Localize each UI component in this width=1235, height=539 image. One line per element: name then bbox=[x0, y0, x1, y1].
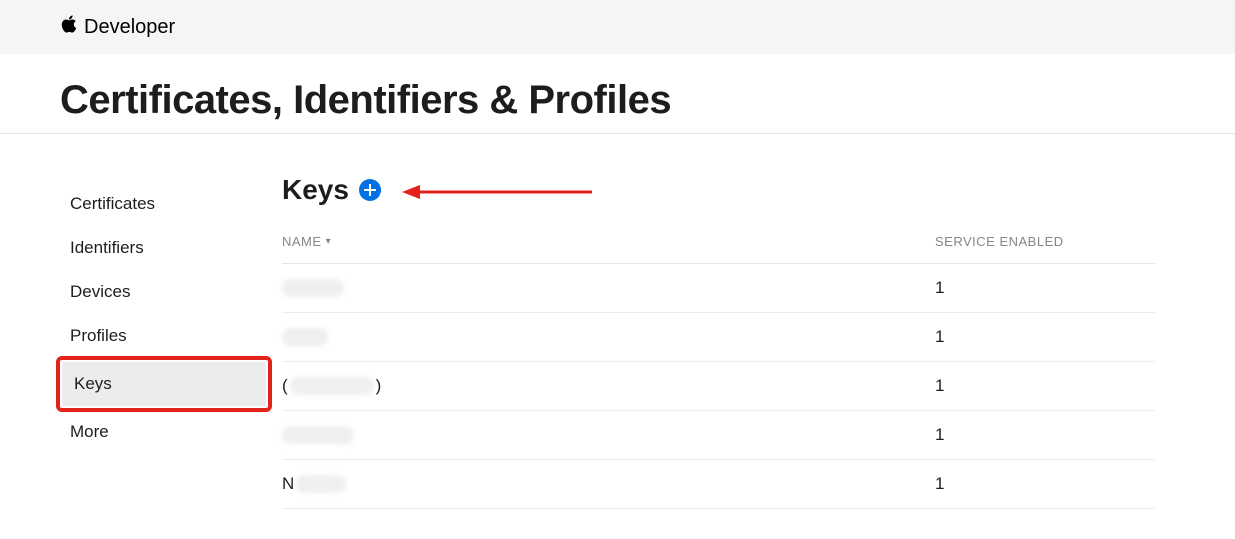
cell-name bbox=[282, 279, 935, 297]
name-letter: N bbox=[282, 474, 294, 494]
column-header-name[interactable]: NAME ▾ bbox=[282, 234, 935, 249]
brand-text: Developer bbox=[84, 16, 175, 39]
cell-service: 1 bbox=[935, 425, 1155, 445]
top-bar: Developer bbox=[0, 0, 1235, 54]
cell-service: 1 bbox=[935, 278, 1155, 298]
sidebar: Certificates Identifiers Devices Profile… bbox=[40, 134, 270, 509]
table-header: NAME ▾ SERVICE ENABLED bbox=[282, 234, 1155, 264]
main-panel: Keys NAME ▾ SERVICE ENABLED bbox=[270, 134, 1195, 509]
sidebar-item-keys[interactable]: Keys bbox=[62, 362, 266, 406]
redacted-name bbox=[282, 279, 344, 297]
redacted-name bbox=[282, 426, 354, 444]
sidebar-item-profiles[interactable]: Profiles bbox=[58, 314, 270, 358]
column-header-service-label: SERVICE ENABLED bbox=[935, 234, 1064, 249]
table-row[interactable]: N 1 bbox=[282, 460, 1155, 509]
table-row[interactable]: 1 bbox=[282, 411, 1155, 460]
cell-service: 1 bbox=[935, 327, 1155, 347]
table-row[interactable]: ( ) 1 bbox=[282, 362, 1155, 411]
redacted-name bbox=[290, 377, 374, 395]
page-title-wrap: Certificates, Identifiers & Profiles bbox=[0, 54, 1235, 134]
chevron-down-icon: ▾ bbox=[326, 236, 332, 247]
table-row[interactable]: 1 bbox=[282, 313, 1155, 362]
sidebar-item-identifiers[interactable]: Identifiers bbox=[58, 226, 270, 270]
name-trail: ) bbox=[376, 376, 382, 396]
keys-table: NAME ▾ SERVICE ENABLED 1 1 bbox=[282, 234, 1155, 509]
add-key-button[interactable] bbox=[359, 179, 381, 201]
column-header-service[interactable]: SERVICE ENABLED bbox=[935, 234, 1155, 249]
content-area: Certificates Identifiers Devices Profile… bbox=[0, 134, 1235, 509]
brand-link[interactable]: Developer bbox=[60, 14, 175, 40]
column-header-name-label: NAME bbox=[282, 234, 322, 249]
sidebar-item-more[interactable]: More bbox=[58, 410, 270, 454]
section-title: Keys bbox=[282, 174, 349, 206]
redacted-name bbox=[296, 475, 346, 493]
cell-service: 1 bbox=[935, 474, 1155, 494]
annotation-arrow bbox=[402, 182, 602, 202]
sidebar-item-certificates[interactable]: Certificates bbox=[58, 182, 270, 226]
cell-name bbox=[282, 426, 935, 444]
redacted-name bbox=[282, 328, 328, 346]
cell-name: N bbox=[282, 474, 935, 494]
cell-name bbox=[282, 328, 935, 346]
sidebar-item-devices[interactable]: Devices bbox=[58, 270, 270, 314]
section-header: Keys bbox=[282, 174, 1155, 206]
cell-name: ( ) bbox=[282, 376, 935, 396]
cell-service: 1 bbox=[935, 376, 1155, 396]
name-letter: ( bbox=[282, 376, 288, 396]
table-row[interactable]: 1 bbox=[282, 264, 1155, 313]
apple-logo-icon bbox=[60, 14, 78, 40]
plus-icon bbox=[364, 181, 376, 199]
annotation-highlight-box: Keys bbox=[56, 356, 272, 412]
page-title: Certificates, Identifiers & Profiles bbox=[60, 78, 1175, 123]
